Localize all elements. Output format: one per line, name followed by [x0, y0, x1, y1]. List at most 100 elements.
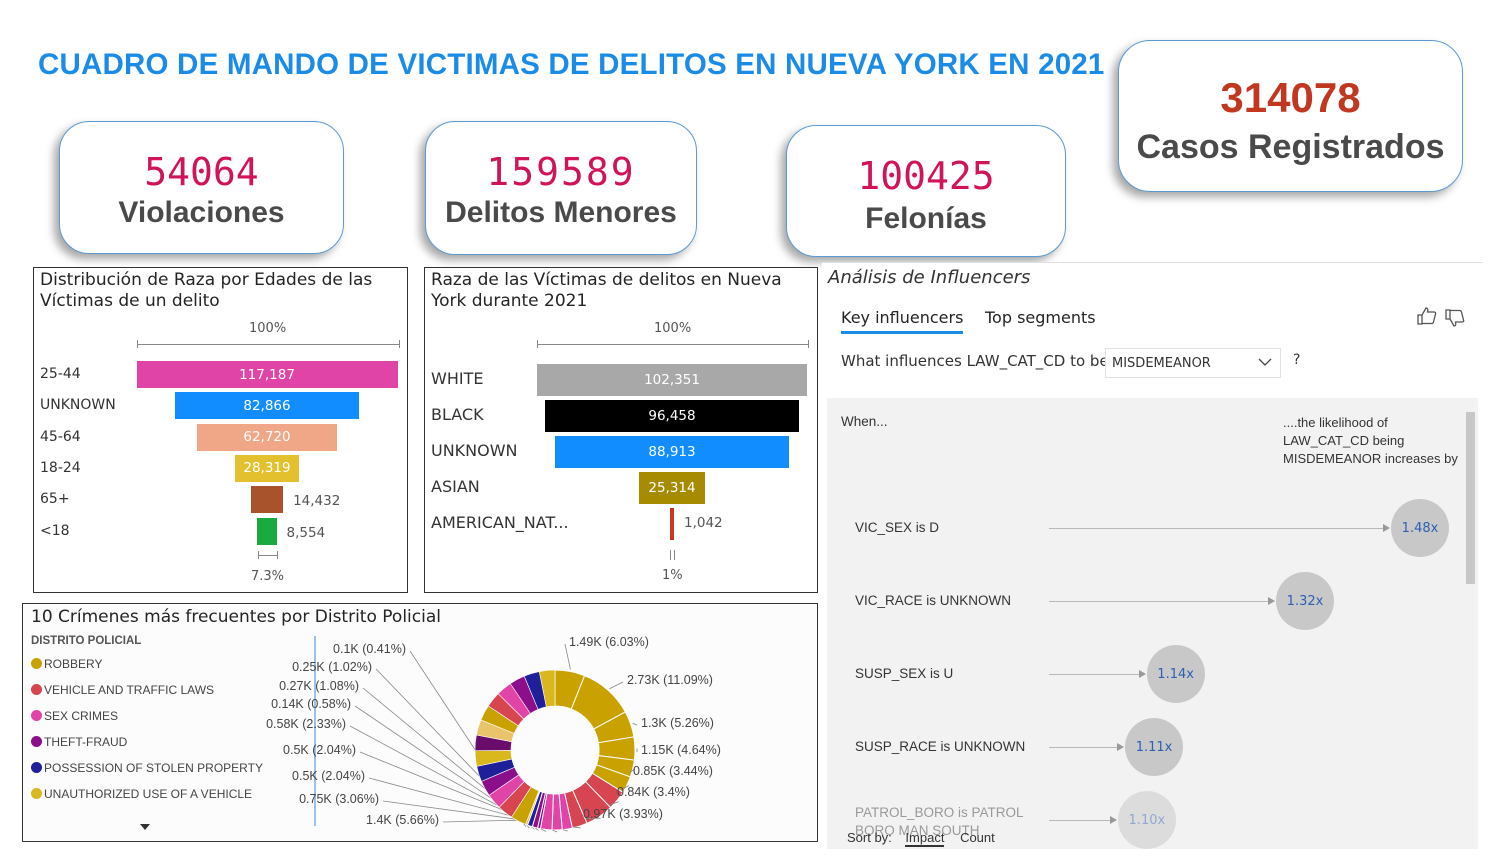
donut-leader-line — [632, 723, 638, 726]
donut-panel: 10 Crímenes más frecuentes por Distrito … — [22, 603, 818, 842]
funnel-bar[interactable] — [250, 486, 284, 514]
funnel-top-scale — [137, 340, 400, 348]
funnel-bar[interactable]: 117,187 — [136, 361, 398, 388]
funnel-bar[interactable]: 96,458 — [544, 400, 800, 432]
sort-impact-button[interactable]: Impact — [905, 830, 945, 847]
tab-key-influencers[interactable]: Key influencers — [841, 308, 964, 334]
funnel-value-label: 82,866 — [243, 397, 291, 414]
kpi-label: Delitos Menores — [445, 196, 677, 229]
kpi-label: Violaciones — [118, 196, 285, 229]
donut-data-label: 0.1K (0.41%) — [333, 642, 406, 656]
donut-data-label: 0.58K (2.33%) — [266, 717, 346, 731]
dashboard-title: CUADRO DE MANDO DE VICTIMAS DE DELITOS E… — [38, 48, 1105, 81]
funnel-bar[interactable]: 88,913 — [554, 436, 790, 468]
funnel-value-label: 8,554 — [286, 524, 326, 541]
donut-data-label: 0.85K (3.44%) — [633, 764, 713, 778]
kpi-card-casos[interactable]: 314078 Casos Registrados — [1118, 40, 1463, 192]
funnel-value-label: 117,187 — [239, 366, 295, 383]
kpi-card-violaciones[interactable]: 54064 Violaciones — [59, 121, 344, 254]
influencer-bubble[interactable]: 1.32x — [1276, 572, 1334, 630]
influencers-panel: Análisis de Influencers Key influencers … — [822, 262, 1483, 849]
arrow-head-icon — [1268, 597, 1275, 605]
funnel-category-label: 65+ — [40, 491, 70, 508]
funnel-bar[interactable]: 62,720 — [197, 423, 337, 451]
donut-data-label: 0.25K (1.02%) — [292, 660, 372, 674]
kpi-label: Casos Registrados — [1136, 128, 1445, 166]
funnel-raza-panel: Raza de las Víctimas de delitos en Nueva… — [424, 267, 818, 593]
donut-data-label: 0.5K (2.04%) — [292, 769, 365, 783]
donut-data-label: 0.84K (3.4%) — [617, 785, 690, 799]
influence-question: What influences LAW_CAT_CD to be — [841, 352, 1109, 370]
influencer-label: VIC_RACE is UNKNOWN — [855, 593, 1012, 608]
funnel-bottom-pct: 1% — [662, 568, 683, 583]
kpi-value: 314078 — [1220, 74, 1361, 121]
influencer-bubble[interactable]: 1.14x — [1146, 645, 1205, 703]
influencer-label: SUSP_SEX is U — [855, 666, 954, 681]
donut-leader-line — [609, 681, 624, 690]
funnel-edades-panel: Distribución de Raza por Edades de las V… — [33, 267, 408, 593]
influencer-connector — [1049, 820, 1111, 821]
donut-data-label: 0.27K (1.08%) — [279, 679, 359, 693]
sort-count-button[interactable]: Count — [960, 830, 995, 845]
donut-data-label: 1.3K (5.26%) — [641, 716, 714, 730]
kpi-label: Felonías — [865, 202, 987, 235]
donut-data-label: 0.14K (0.58%) — [271, 697, 351, 711]
funnel-bar[interactable] — [257, 517, 277, 545]
influencer-connector — [1049, 601, 1269, 602]
donut-data-label: 1.15K (4.64%) — [641, 743, 721, 757]
arrow-head-icon — [1383, 524, 1390, 532]
kpi-value: 159589 — [486, 150, 636, 194]
funnel-raza-title: Raza de las Víctimas de delitos en Nueva… — [431, 270, 782, 311]
funnel-value-label: 28,319 — [243, 460, 291, 477]
funnel-bar[interactable] — [670, 508, 674, 540]
influencer-connector — [1049, 674, 1140, 675]
funnel-category-label: ASIAN — [431, 477, 480, 496]
funnel-value-label: 1,042 — [684, 515, 723, 531]
kpi-card-felonias[interactable]: 100425 Felonías — [786, 125, 1066, 257]
funnel-category-label: UNKNOWN — [431, 441, 518, 460]
dropdown-value: MISDEMEANOR — [1112, 356, 1211, 371]
influencer-bubble[interactable]: 1.10x — [1117, 791, 1176, 849]
scrollbar[interactable] — [1466, 412, 1475, 584]
arrow-head-icon — [1109, 816, 1117, 824]
funnel-bottom-scale — [670, 550, 675, 560]
funnel-bottom-pct: 7.3% — [251, 569, 285, 584]
funnel-value-label: 25,314 — [648, 480, 696, 496]
funnel-bar[interactable]: 102,351 — [537, 364, 807, 396]
donut-data-label: 2.73K (11.09%) — [627, 673, 713, 687]
funnel-category-label: AMERICAN_NAT... — [431, 513, 569, 532]
arrow-head-icon — [1117, 743, 1125, 751]
kpi-value: 54064 — [144, 150, 259, 194]
influencer-bubble[interactable]: 1.11x — [1125, 718, 1184, 776]
kpi-card-delitos-menores[interactable]: 159589 Delitos Menores — [425, 121, 697, 255]
funnel-top-scale — [537, 340, 809, 348]
funnel-value-label: 14,432 — [293, 493, 341, 510]
question-mark: ? — [1293, 352, 1301, 368]
funnel-category-label: WHITE — [431, 369, 484, 388]
thumbs-up-icon[interactable] — [1416, 306, 1438, 330]
funnel-category-label: UNKNOWN — [40, 397, 116, 414]
funnel-edades-title: Distribución de Raza por Edades de las V… — [40, 270, 373, 311]
tab-top-segments[interactable]: Top segments — [985, 308, 1096, 327]
funnel-bar[interactable]: 25,314 — [638, 472, 706, 504]
funnel-value-label: 96,458 — [648, 408, 696, 424]
influencer-label: SUSP_RACE is UNKNOWN — [855, 739, 1026, 754]
funnel-category-label: 25-44 — [40, 366, 81, 382]
col-likelihood: ....the likelihood of LAW_CAT_CD being M… — [1283, 415, 1458, 466]
donut-data-label: 0.5K (2.04%) — [283, 743, 356, 757]
funnel-top-pct: 100% — [249, 321, 287, 336]
funnel-bar[interactable]: 28,319 — [235, 454, 299, 482]
sort-bar: Sort by: Impact Count — [847, 830, 995, 847]
influencer-bubble[interactable]: 1.48x — [1391, 499, 1449, 557]
donut-data-label: 1.4K (5.66%) — [366, 813, 439, 827]
influencers-list: When... ....the likelihood of LAW_CAT_CD… — [827, 398, 1478, 849]
funnel-bar[interactable]: 82,866 — [174, 392, 360, 420]
funnel-category-label: 45-64 — [40, 428, 81, 445]
target-value-dropdown[interactable]: MISDEMEANOR — [1105, 348, 1281, 378]
funnel-value-label: 88,913 — [648, 444, 696, 460]
kpi-value: 100425 — [857, 154, 995, 198]
thumbs-down-icon[interactable] — [1444, 308, 1466, 332]
chevron-down-icon — [1258, 354, 1272, 373]
sort-label: Sort by: — [847, 830, 892, 845]
influencer-label: VIC_SEX is D — [855, 520, 940, 535]
